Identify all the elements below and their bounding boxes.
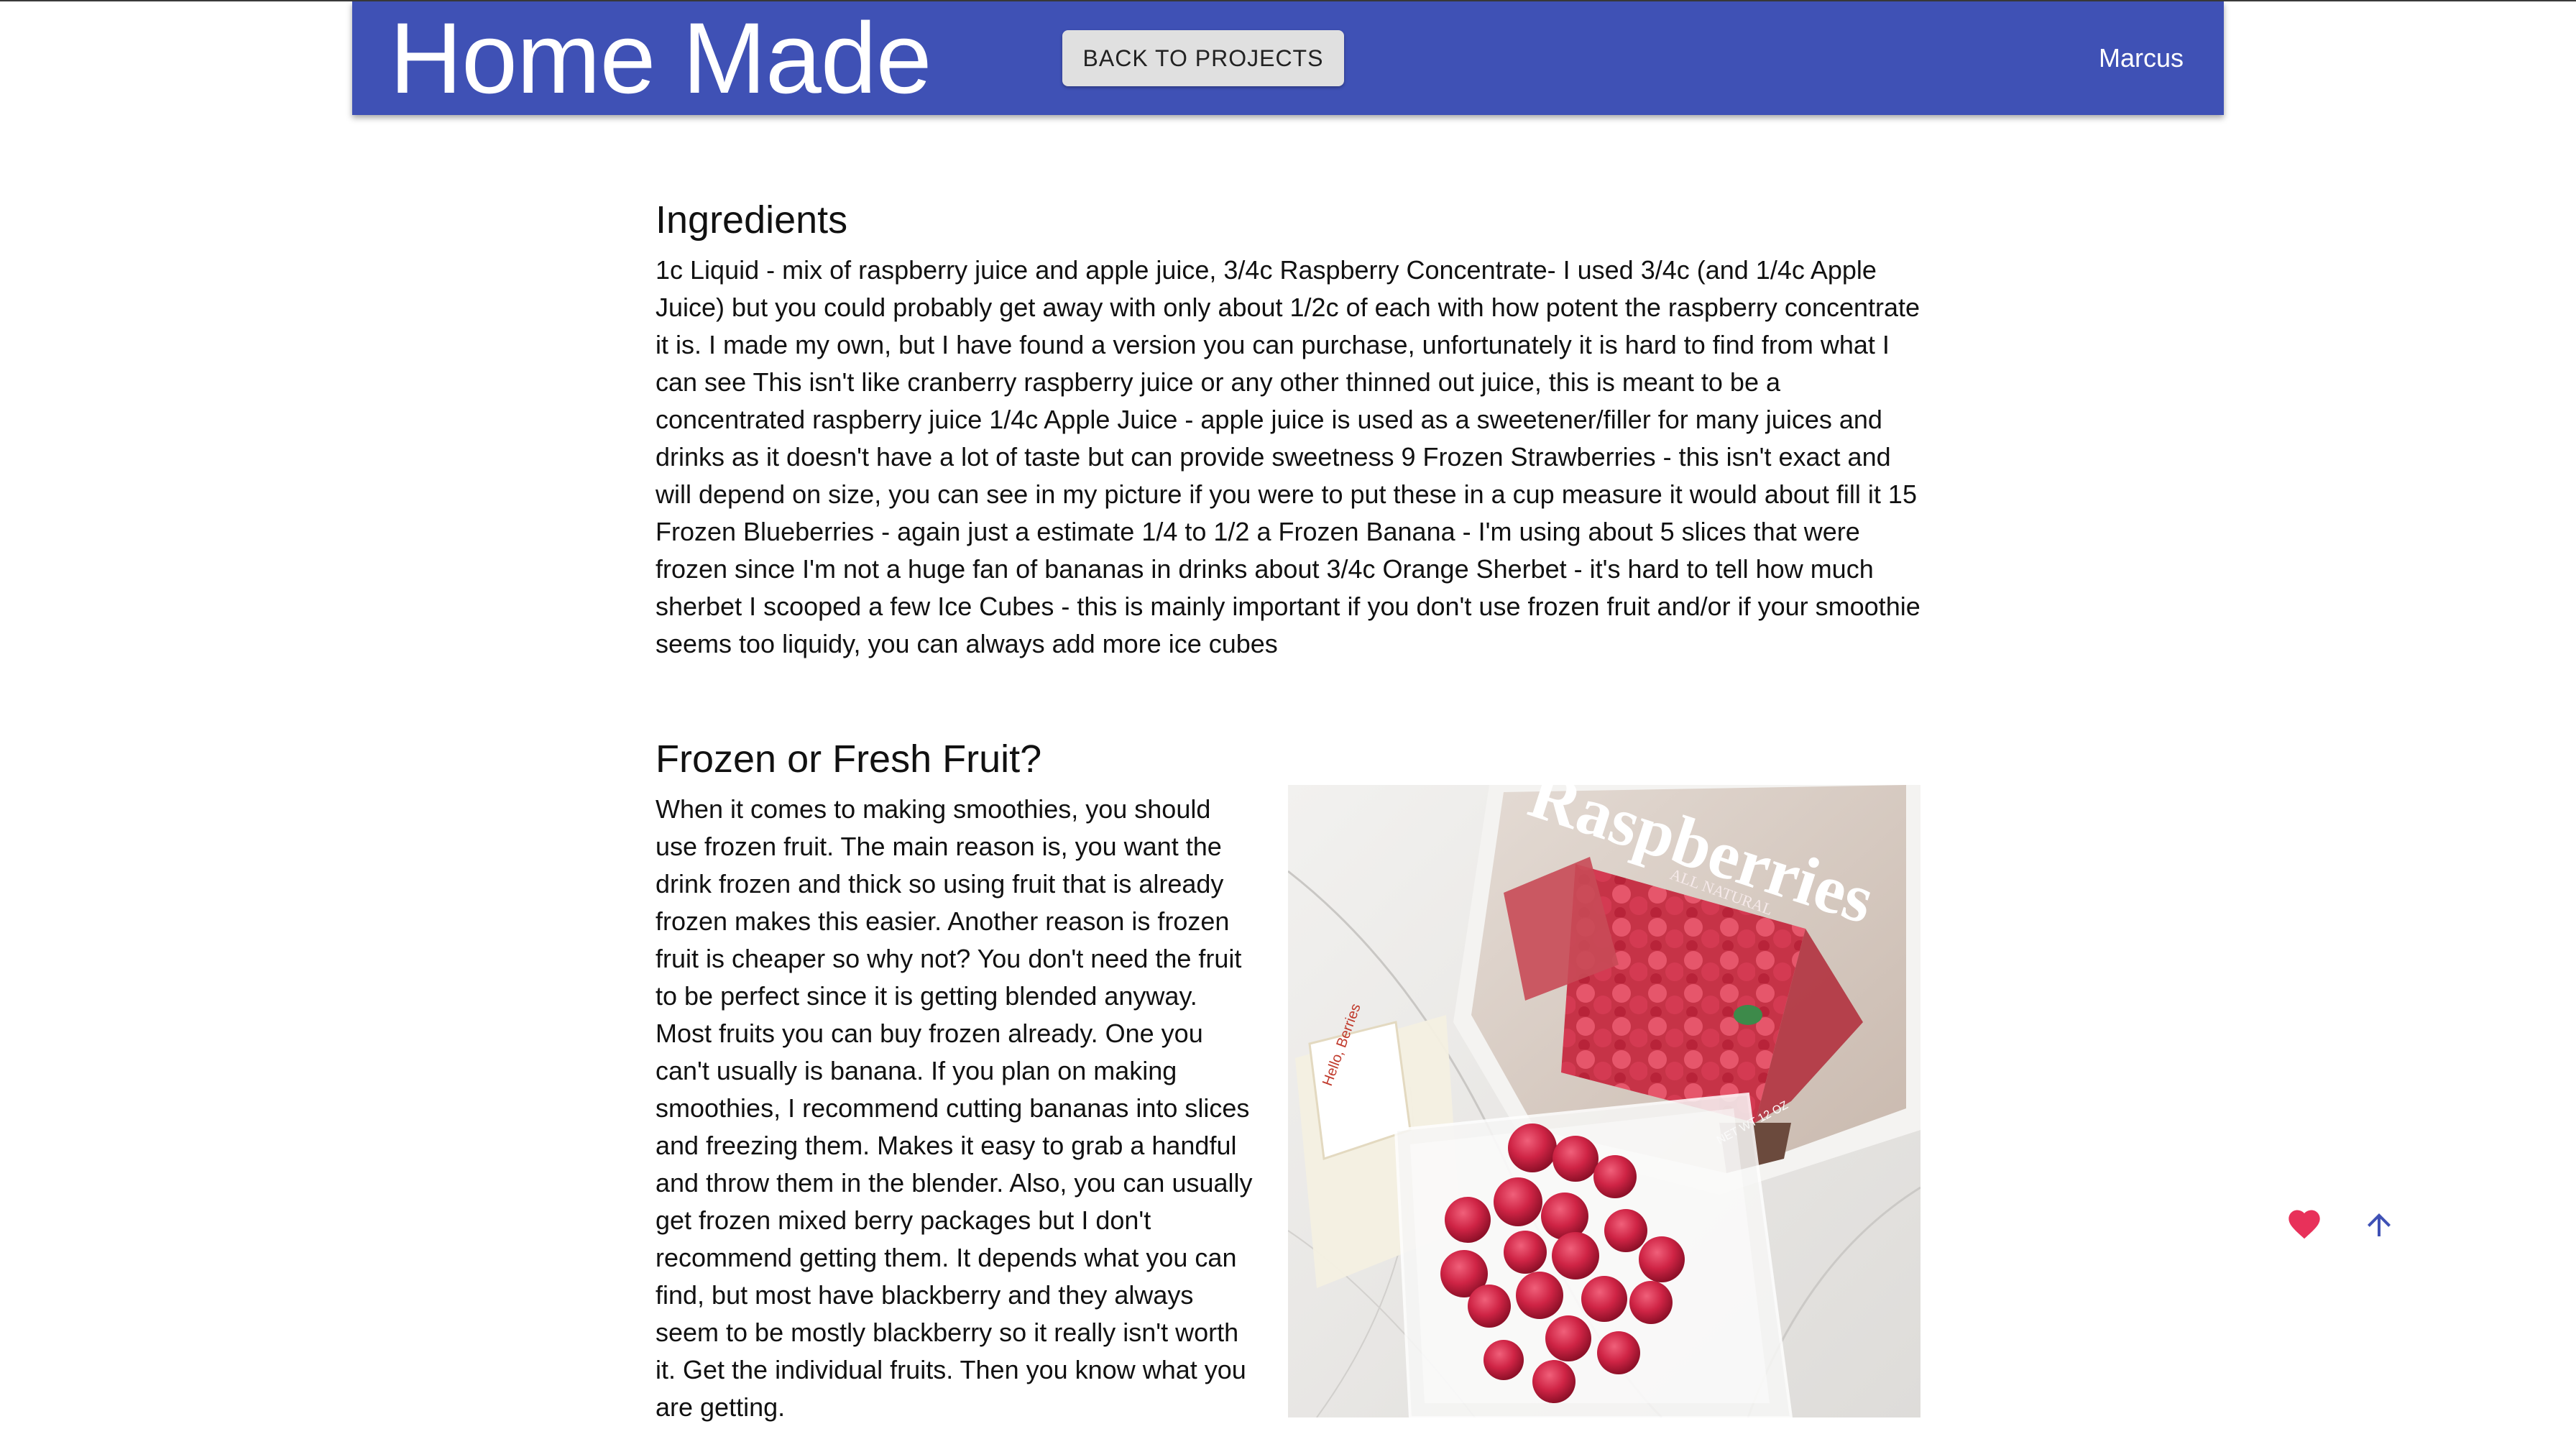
ingredients-text: 1c Liquid - mix of raspberry juice and a… — [656, 255, 1920, 658]
user-name[interactable]: Marcus — [2099, 1, 2184, 115]
app-bar: Home Made BACK TO PROJECTS Marcus — [352, 1, 2224, 115]
fruit-heading: Frozen or Fresh Fruit? — [656, 738, 1042, 781]
arrow-up-icon[interactable] — [2362, 1208, 2396, 1242]
heart-icon[interactable] — [2286, 1205, 2323, 1243]
ingredients-section: Ingredients 1c Liquid - mix of raspberry… — [656, 188, 1920, 663]
raspberries-photo: Raspberries ALL NATURAL NET WT 12 OZ Hel… — [1288, 785, 1920, 1417]
app-title: Home Made — [390, 1, 932, 114]
raspberries-photo-illustration: Raspberries ALL NATURAL NET WT 12 OZ Hel… — [1288, 785, 1920, 1417]
heart-icon-glyph — [2288, 1210, 2320, 1239]
fruit-text: When it comes to making smoothies, you s… — [656, 794, 1253, 1422]
fruit-section: Frozen or Fresh Fruit? When it comes to … — [656, 727, 1920, 1422]
ingredients-heading: Ingredients — [656, 198, 848, 242]
back-to-projects-button[interactable]: BACK TO PROJECTS — [1062, 30, 1344, 86]
arrow-up-icon-glyph — [2368, 1213, 2391, 1236]
page: Home Made BACK TO PROJECTS Marcus Ingred… — [0, 0, 2576, 1452]
